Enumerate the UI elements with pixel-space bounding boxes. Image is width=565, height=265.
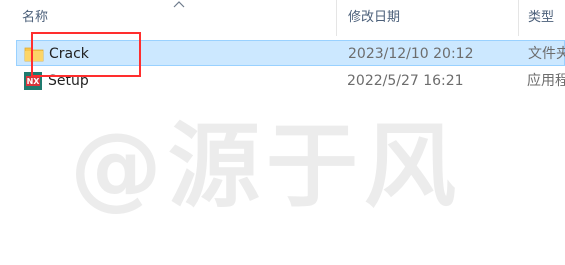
nx-app-icon: NX [24, 72, 42, 90]
column-divider[interactable] [518, 0, 519, 36]
watermark: @源于风 [70, 113, 463, 220]
file-type: 文件夹 [528, 46, 565, 62]
svg-text:NX: NX [27, 77, 41, 86]
column-header-date[interactable]: 修改日期 [348, 0, 400, 36]
file-modified-date: 2022/5/27 16:21 [347, 73, 464, 89]
file-row-crack[interactable]: Crack 2023/12/10 20:12 文件夹 [16, 40, 565, 66]
column-header-bar: 名称 修改日期 类型 [0, 0, 565, 36]
file-name: Crack [49, 46, 89, 62]
column-header-type[interactable]: 类型 [528, 0, 554, 36]
column-divider[interactable] [336, 0, 337, 36]
file-modified-date: 2023/12/10 20:12 [348, 46, 474, 62]
folder-icon [24, 47, 44, 62]
file-row-setup[interactable]: NX Setup 2022/5/27 16:21 应用程 [16, 68, 565, 94]
sort-ascending-icon [173, 1, 185, 8]
column-header-name[interactable]: 名称 [22, 0, 48, 36]
file-name: Setup [48, 73, 89, 89]
file-type: 应用程 [527, 73, 565, 89]
